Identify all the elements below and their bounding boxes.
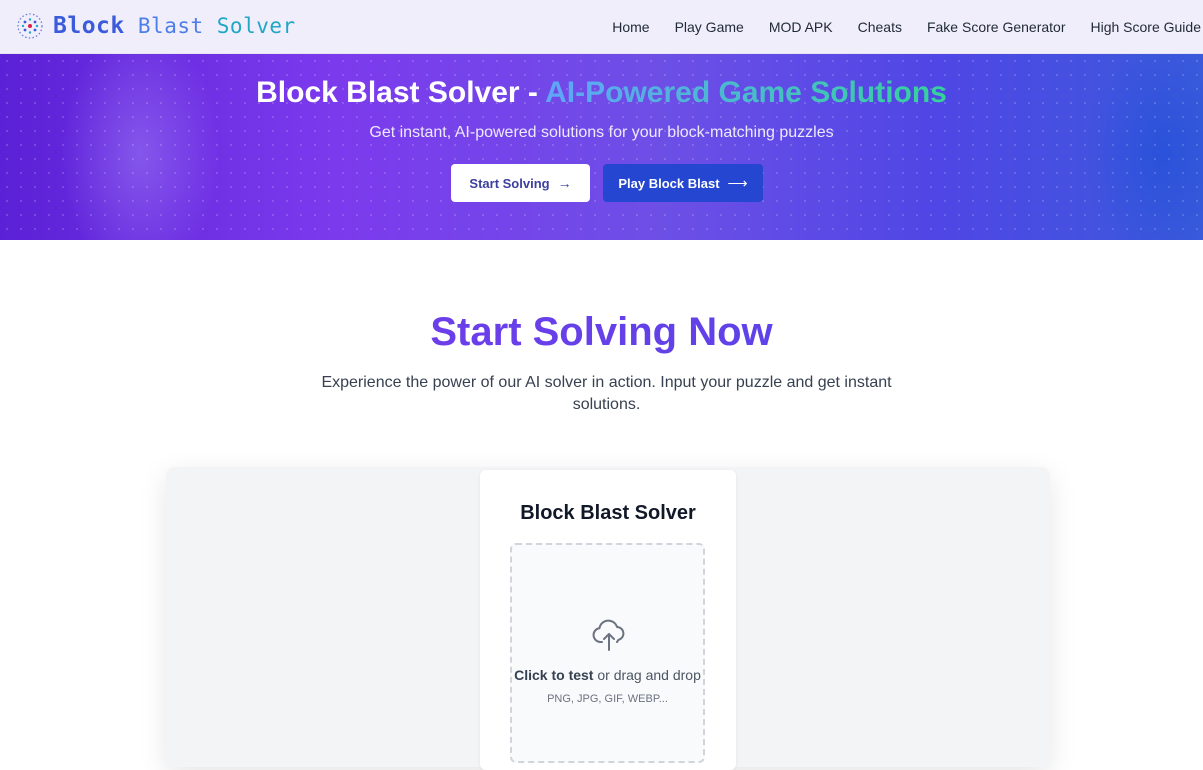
solver-card-title: Block Blast Solver [520,502,696,524]
nav-link-high-score-guide[interactable]: High Score Guide [1090,19,1201,35]
nav-link-mod-apk[interactable]: MOD APK [769,19,833,35]
image-upload-dropzone[interactable]: Click to test or drag and drop PNG, JPG,… [510,543,705,763]
logo-word-solver: Solver [216,14,296,38]
hero-subtitle: Get instant, AI-powered solutions for yo… [369,124,834,141]
accepted-formats: PNG, JPG, GIF, WEBP... [547,693,668,705]
start-solving-label: Start Solving [469,175,550,191]
hero-title-accent: AI-Powered Game Solutions [545,76,947,109]
main-nav: Home Play Game MOD APK Cheats Fake Score… [587,0,1201,54]
logo-word-blast: Blast [137,14,204,38]
nav-link-home[interactable]: Home [612,19,649,35]
solver-card: Block Blast Solver Click to test or drag… [480,470,736,770]
cloud-upload-icon [592,619,625,651]
click-to-test-link[interactable]: Click to test [514,667,593,683]
play-block-blast-label: Play Block Blast [618,175,720,191]
logo-word-block: Block [53,13,125,39]
long-arrow-right-icon: ⟶ [727,174,748,191]
dropzone-instruction: Click to test or drag and drop [512,667,703,683]
hero-title: Block Blast Solver - AI-Powered Game Sol… [0,76,1203,110]
hero-banner: Block Blast Solver - AI-Powered Game Sol… [0,54,1203,240]
nav-link-fake-score-generator[interactable]: Fake Score Generator [927,19,1066,35]
drag-drop-text: or drag and drop [593,667,701,683]
play-block-blast-button[interactable]: Play Block Blast ⟶ [603,164,763,202]
section-title: Start Solving Now [0,310,1203,355]
hero-title-main: Block Blast Solver - [256,76,546,109]
nav-link-cheats[interactable]: Cheats [858,19,902,35]
site-logo[interactable]: Block Blast Solver [16,12,296,40]
nav-link-play-game[interactable]: Play Game [675,19,744,35]
dotted-circle-logo-icon [17,13,43,39]
section-description: Experience the power of our AI solver in… [321,374,892,413]
start-solving-button[interactable]: Start Solving → [451,164,590,202]
top-navbar: Block Blast Solver Home Play Game MOD AP… [0,0,1203,54]
logo-wordmark: Block Blast Solver [53,13,296,39]
arrow-right-icon: → [557,175,572,191]
